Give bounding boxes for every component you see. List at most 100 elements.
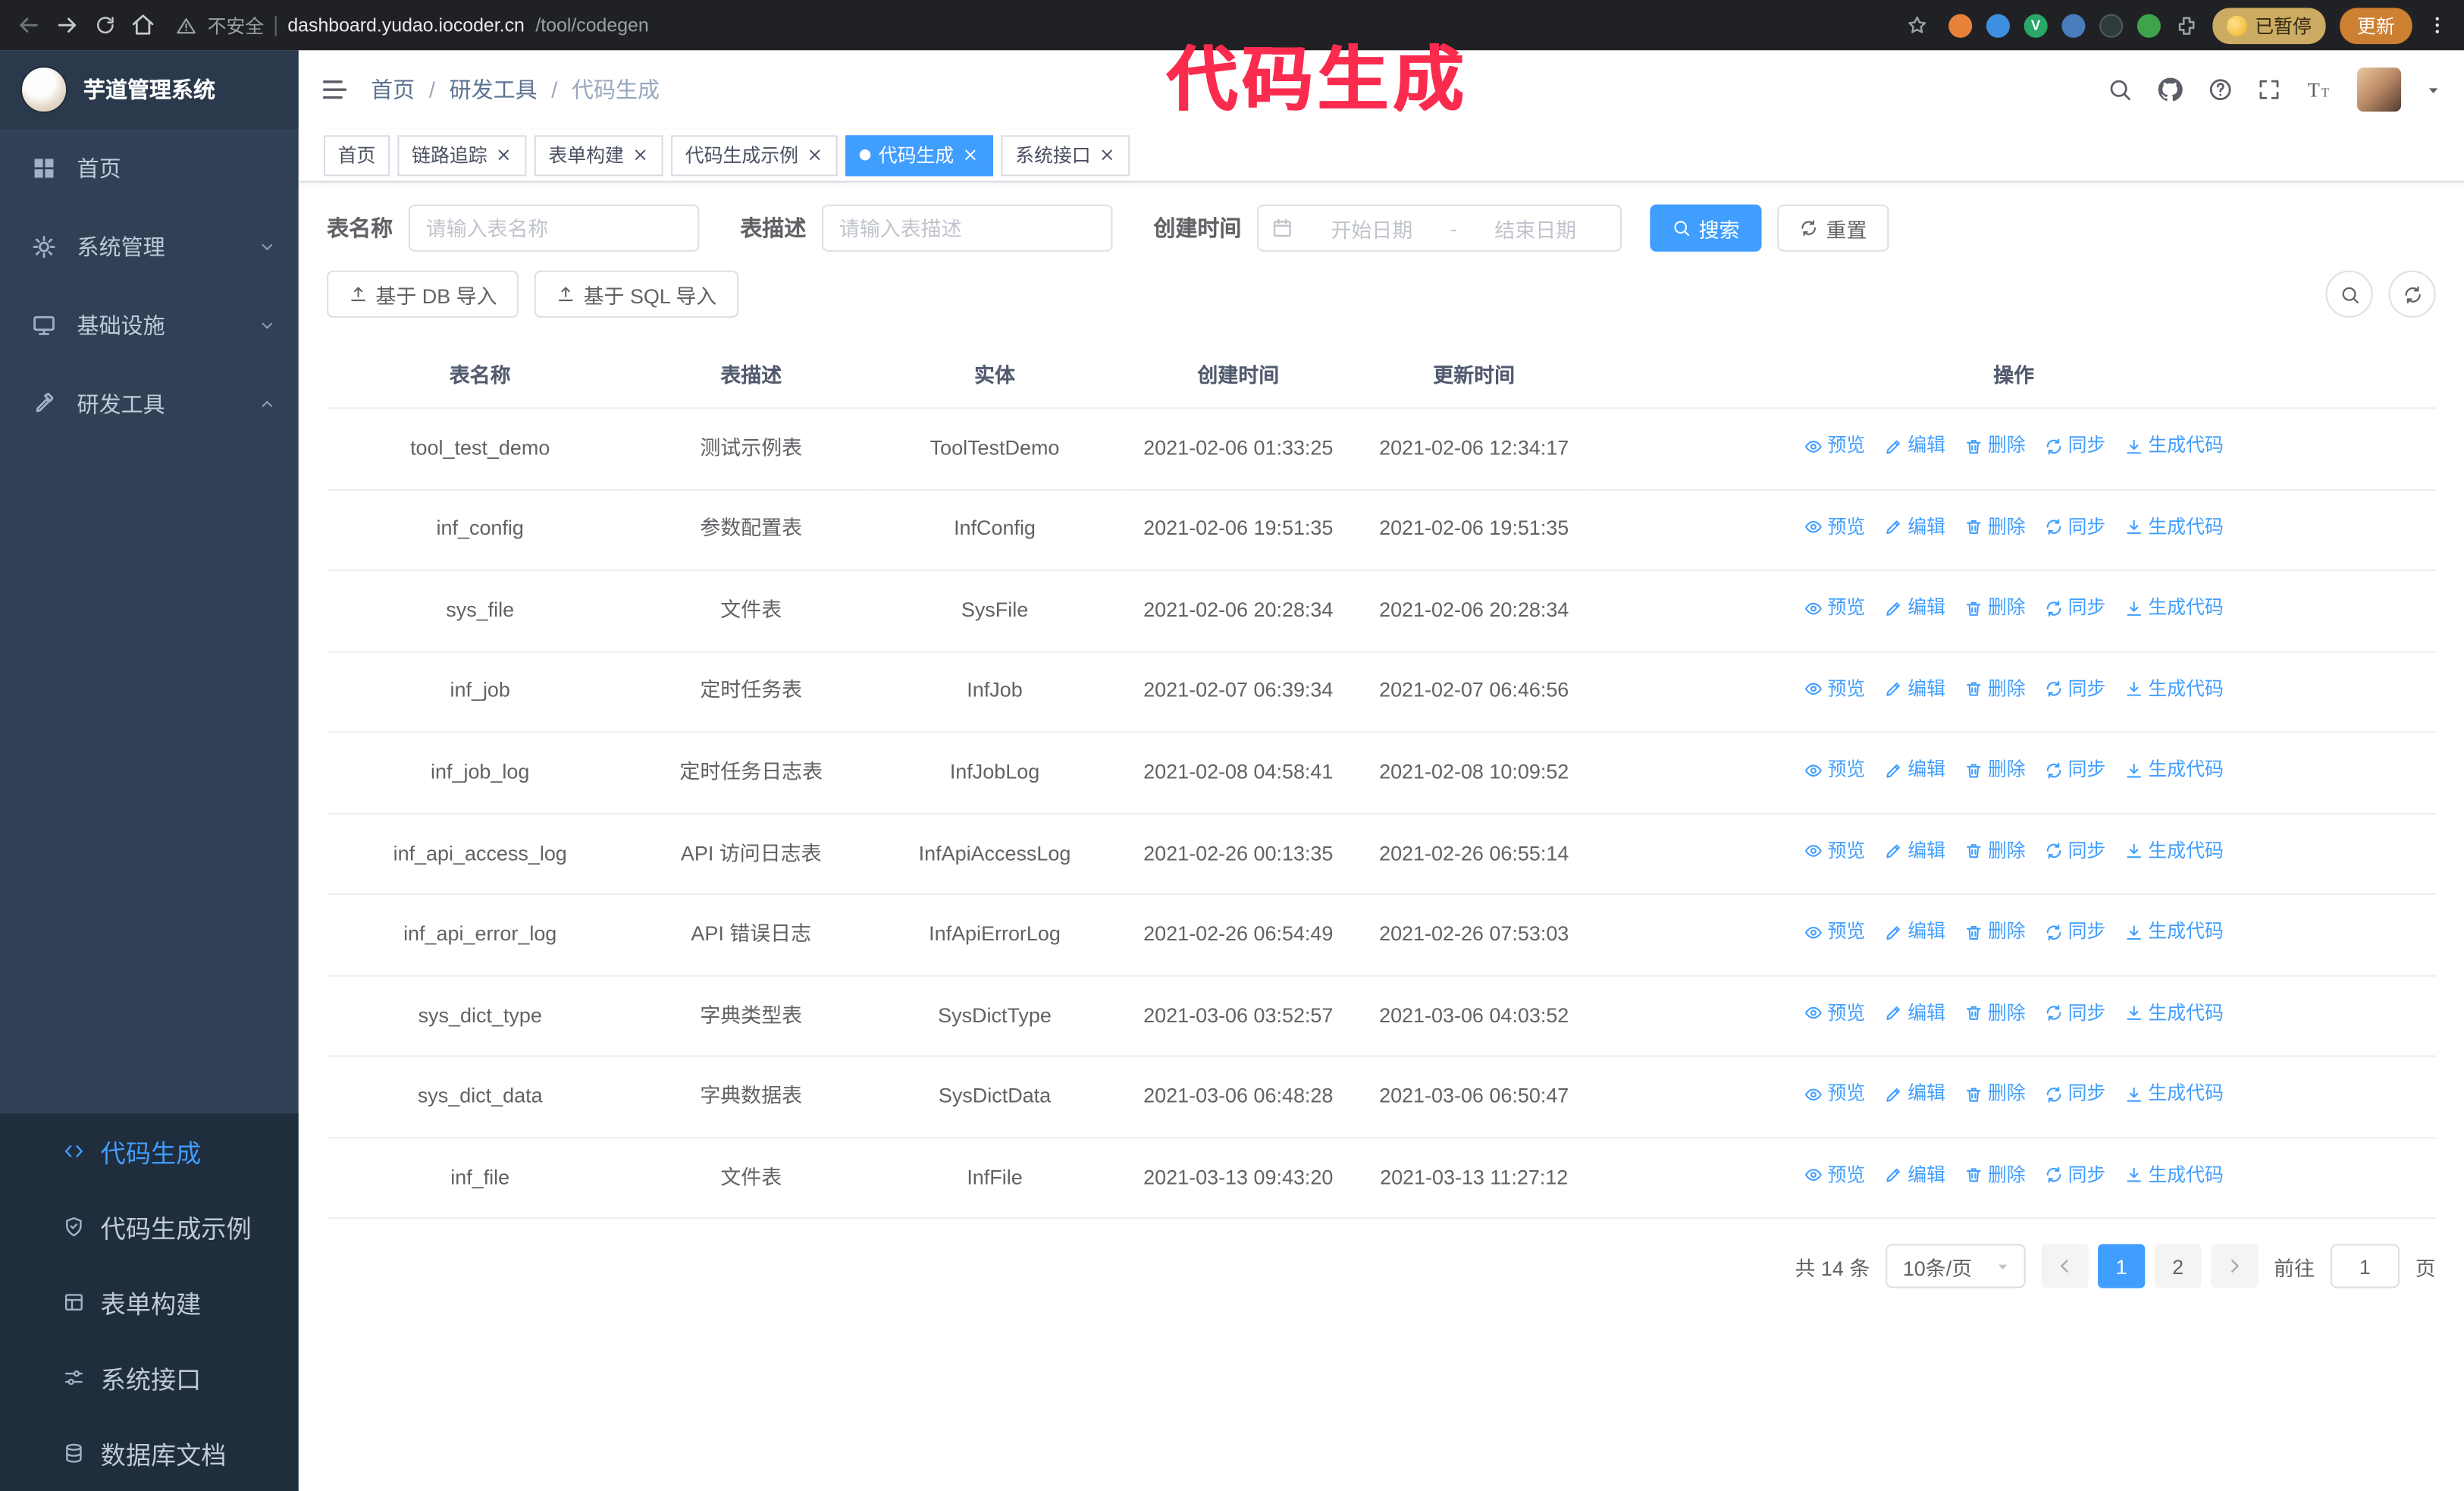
sidebar-item[interactable]: 系统管理 <box>0 208 299 287</box>
goto-page-input[interactable] <box>2330 1245 2400 1289</box>
action-sync-link[interactable]: 同步 <box>2045 838 2105 865</box>
search-icon[interactable] <box>2107 77 2132 102</box>
kebab-menu-icon[interactable] <box>2426 14 2448 36</box>
sidebar-item[interactable]: 基础设施 <box>0 286 299 365</box>
reload-icon[interactable] <box>94 14 116 36</box>
action-delete-link[interactable]: 删除 <box>1964 1000 2026 1027</box>
action-sync-link[interactable]: 同步 <box>2045 757 2105 784</box>
font-size-icon[interactable]: TT <box>2306 76 2334 104</box>
action-generate-link[interactable]: 生成代码 <box>2124 1000 2224 1027</box>
sidebar-logo[interactable]: 芋道管理系统 <box>0 50 299 130</box>
action-preview-link[interactable]: 预览 <box>1804 757 1865 784</box>
tab[interactable]: 代码生成示例 <box>671 134 838 176</box>
page-button[interactable]: 2 <box>2154 1245 2202 1289</box>
action-generate-link[interactable]: 生成代码 <box>2124 1162 2224 1189</box>
tab[interactable]: 链路追踪 <box>397 134 527 176</box>
sidebar-subitem[interactable]: 数据库文档 <box>0 1415 299 1491</box>
tab[interactable]: 系统接口 <box>1001 134 1130 176</box>
hamburger-icon[interactable] <box>299 50 371 129</box>
action-preview-link[interactable]: 预览 <box>1804 1081 1865 1108</box>
address-bar[interactable]: 不安全 dashboard.yudao.iocoder.cn /tool/cod… <box>170 12 1935 39</box>
sidebar-subitem[interactable]: 代码生成示例 <box>0 1189 299 1265</box>
github-icon[interactable] <box>2156 76 2184 104</box>
refresh-table-button[interactable] <box>2388 270 2436 318</box>
next-page-button[interactable] <box>2211 1245 2259 1289</box>
action-generate-link[interactable]: 生成代码 <box>2124 595 2224 622</box>
action-edit-link[interactable]: 编辑 <box>1884 1000 1945 1027</box>
action-delete-link[interactable]: 删除 <box>1964 757 2026 784</box>
home-nav-icon[interactable] <box>130 13 155 38</box>
tab[interactable]: 代码生成 <box>845 134 994 176</box>
action-edit-link[interactable]: 编辑 <box>1884 432 1945 460</box>
action-generate-link[interactable]: 生成代码 <box>2124 676 2224 703</box>
action-preview-link[interactable]: 预览 <box>1804 838 1865 865</box>
action-sync-link[interactable]: 同步 <box>2045 1162 2105 1189</box>
table-name-input[interactable] <box>408 204 700 252</box>
action-delete-link[interactable]: 删除 <box>1964 1162 2026 1189</box>
action-generate-link[interactable]: 生成代码 <box>2124 513 2224 541</box>
breadcrumb-item[interactable]: 首页 <box>371 74 415 105</box>
action-sync-link[interactable]: 同步 <box>2045 918 2105 946</box>
table-desc-input[interactable] <box>822 204 1113 252</box>
back-icon[interactable] <box>16 13 41 38</box>
action-delete-link[interactable]: 删除 <box>1964 432 2026 460</box>
bookmark-star-icon[interactable] <box>1906 14 1928 36</box>
action-preview-link[interactable]: 预览 <box>1804 676 1865 703</box>
action-delete-link[interactable]: 删除 <box>1964 676 2026 703</box>
extension-icon[interactable] <box>2061 13 2086 37</box>
action-sync-link[interactable]: 同步 <box>2045 432 2105 460</box>
help-icon[interactable] <box>2208 77 2233 102</box>
extension-icon[interactable] <box>1948 13 1973 37</box>
page-size-select[interactable]: 10条/页 <box>1886 1245 2026 1289</box>
close-icon[interactable] <box>806 146 823 164</box>
extension-icon[interactable] <box>1986 13 2010 37</box>
extension-icon[interactable] <box>2024 13 2048 37</box>
action-edit-link[interactable]: 编辑 <box>1884 1162 1945 1189</box>
paused-badge[interactable]: 已暂停 <box>2212 7 2326 44</box>
close-icon[interactable] <box>1099 146 1116 164</box>
action-edit-link[interactable]: 编辑 <box>1884 1081 1945 1108</box>
action-generate-link[interactable]: 生成代码 <box>2124 918 2224 946</box>
search-button[interactable]: 搜索 <box>1650 204 1762 252</box>
action-delete-link[interactable]: 删除 <box>1964 595 2026 622</box>
action-edit-link[interactable]: 编辑 <box>1884 757 1945 784</box>
breadcrumb-item[interactable]: 代码生成 <box>572 74 660 105</box>
action-edit-link[interactable]: 编辑 <box>1884 676 1945 703</box>
action-sync-link[interactable]: 同步 <box>2045 595 2105 622</box>
action-edit-link[interactable]: 编辑 <box>1884 918 1945 946</box>
caret-down-icon[interactable] <box>2425 81 2442 99</box>
action-sync-link[interactable]: 同步 <box>2045 1000 2105 1027</box>
fullscreen-icon[interactable] <box>2256 77 2281 102</box>
action-edit-link[interactable]: 编辑 <box>1884 595 1945 622</box>
page-button[interactable]: 1 <box>2097 1245 2146 1289</box>
sidebar-subitem[interactable]: 表单构建 <box>0 1264 299 1340</box>
action-preview-link[interactable]: 预览 <box>1804 513 1865 541</box>
action-generate-link[interactable]: 生成代码 <box>2124 838 2224 865</box>
action-edit-link[interactable]: 编辑 <box>1884 838 1945 865</box>
breadcrumb-item[interactable]: 研发工具 <box>450 74 538 105</box>
close-icon[interactable] <box>962 146 980 164</box>
forward-icon[interactable] <box>55 13 80 38</box>
user-avatar[interactable] <box>2357 67 2402 112</box>
date-range-picker[interactable]: 开始日期 - 结束日期 <box>1257 204 1622 252</box>
action-delete-link[interactable]: 删除 <box>1964 838 2026 865</box>
action-sync-link[interactable]: 同步 <box>2045 513 2105 541</box>
action-preview-link[interactable]: 预览 <box>1804 918 1865 946</box>
action-delete-link[interactable]: 删除 <box>1964 513 2026 541</box>
import-sql-button[interactable]: 基于 SQL 导入 <box>534 270 739 318</box>
action-sync-link[interactable]: 同步 <box>2045 676 2105 703</box>
tab[interactable]: 表单构建 <box>534 134 663 176</box>
reset-button[interactable]: 重置 <box>1777 204 1889 252</box>
toggle-search-button[interactable] <box>2325 270 2373 318</box>
action-preview-link[interactable]: 预览 <box>1804 1000 1865 1027</box>
sidebar-subitem[interactable]: 系统接口 <box>0 1340 299 1416</box>
action-sync-link[interactable]: 同步 <box>2045 1081 2105 1108</box>
action-generate-link[interactable]: 生成代码 <box>2124 757 2224 784</box>
action-preview-link[interactable]: 预览 <box>1804 432 1865 460</box>
action-preview-link[interactable]: 预览 <box>1804 595 1865 622</box>
action-generate-link[interactable]: 生成代码 <box>2124 432 2224 460</box>
sidebar-item[interactable]: 研发工具 <box>0 365 299 444</box>
action-preview-link[interactable]: 预览 <box>1804 1162 1865 1189</box>
action-delete-link[interactable]: 删除 <box>1964 918 2026 946</box>
import-db-button[interactable]: 基于 DB 导入 <box>327 270 519 318</box>
